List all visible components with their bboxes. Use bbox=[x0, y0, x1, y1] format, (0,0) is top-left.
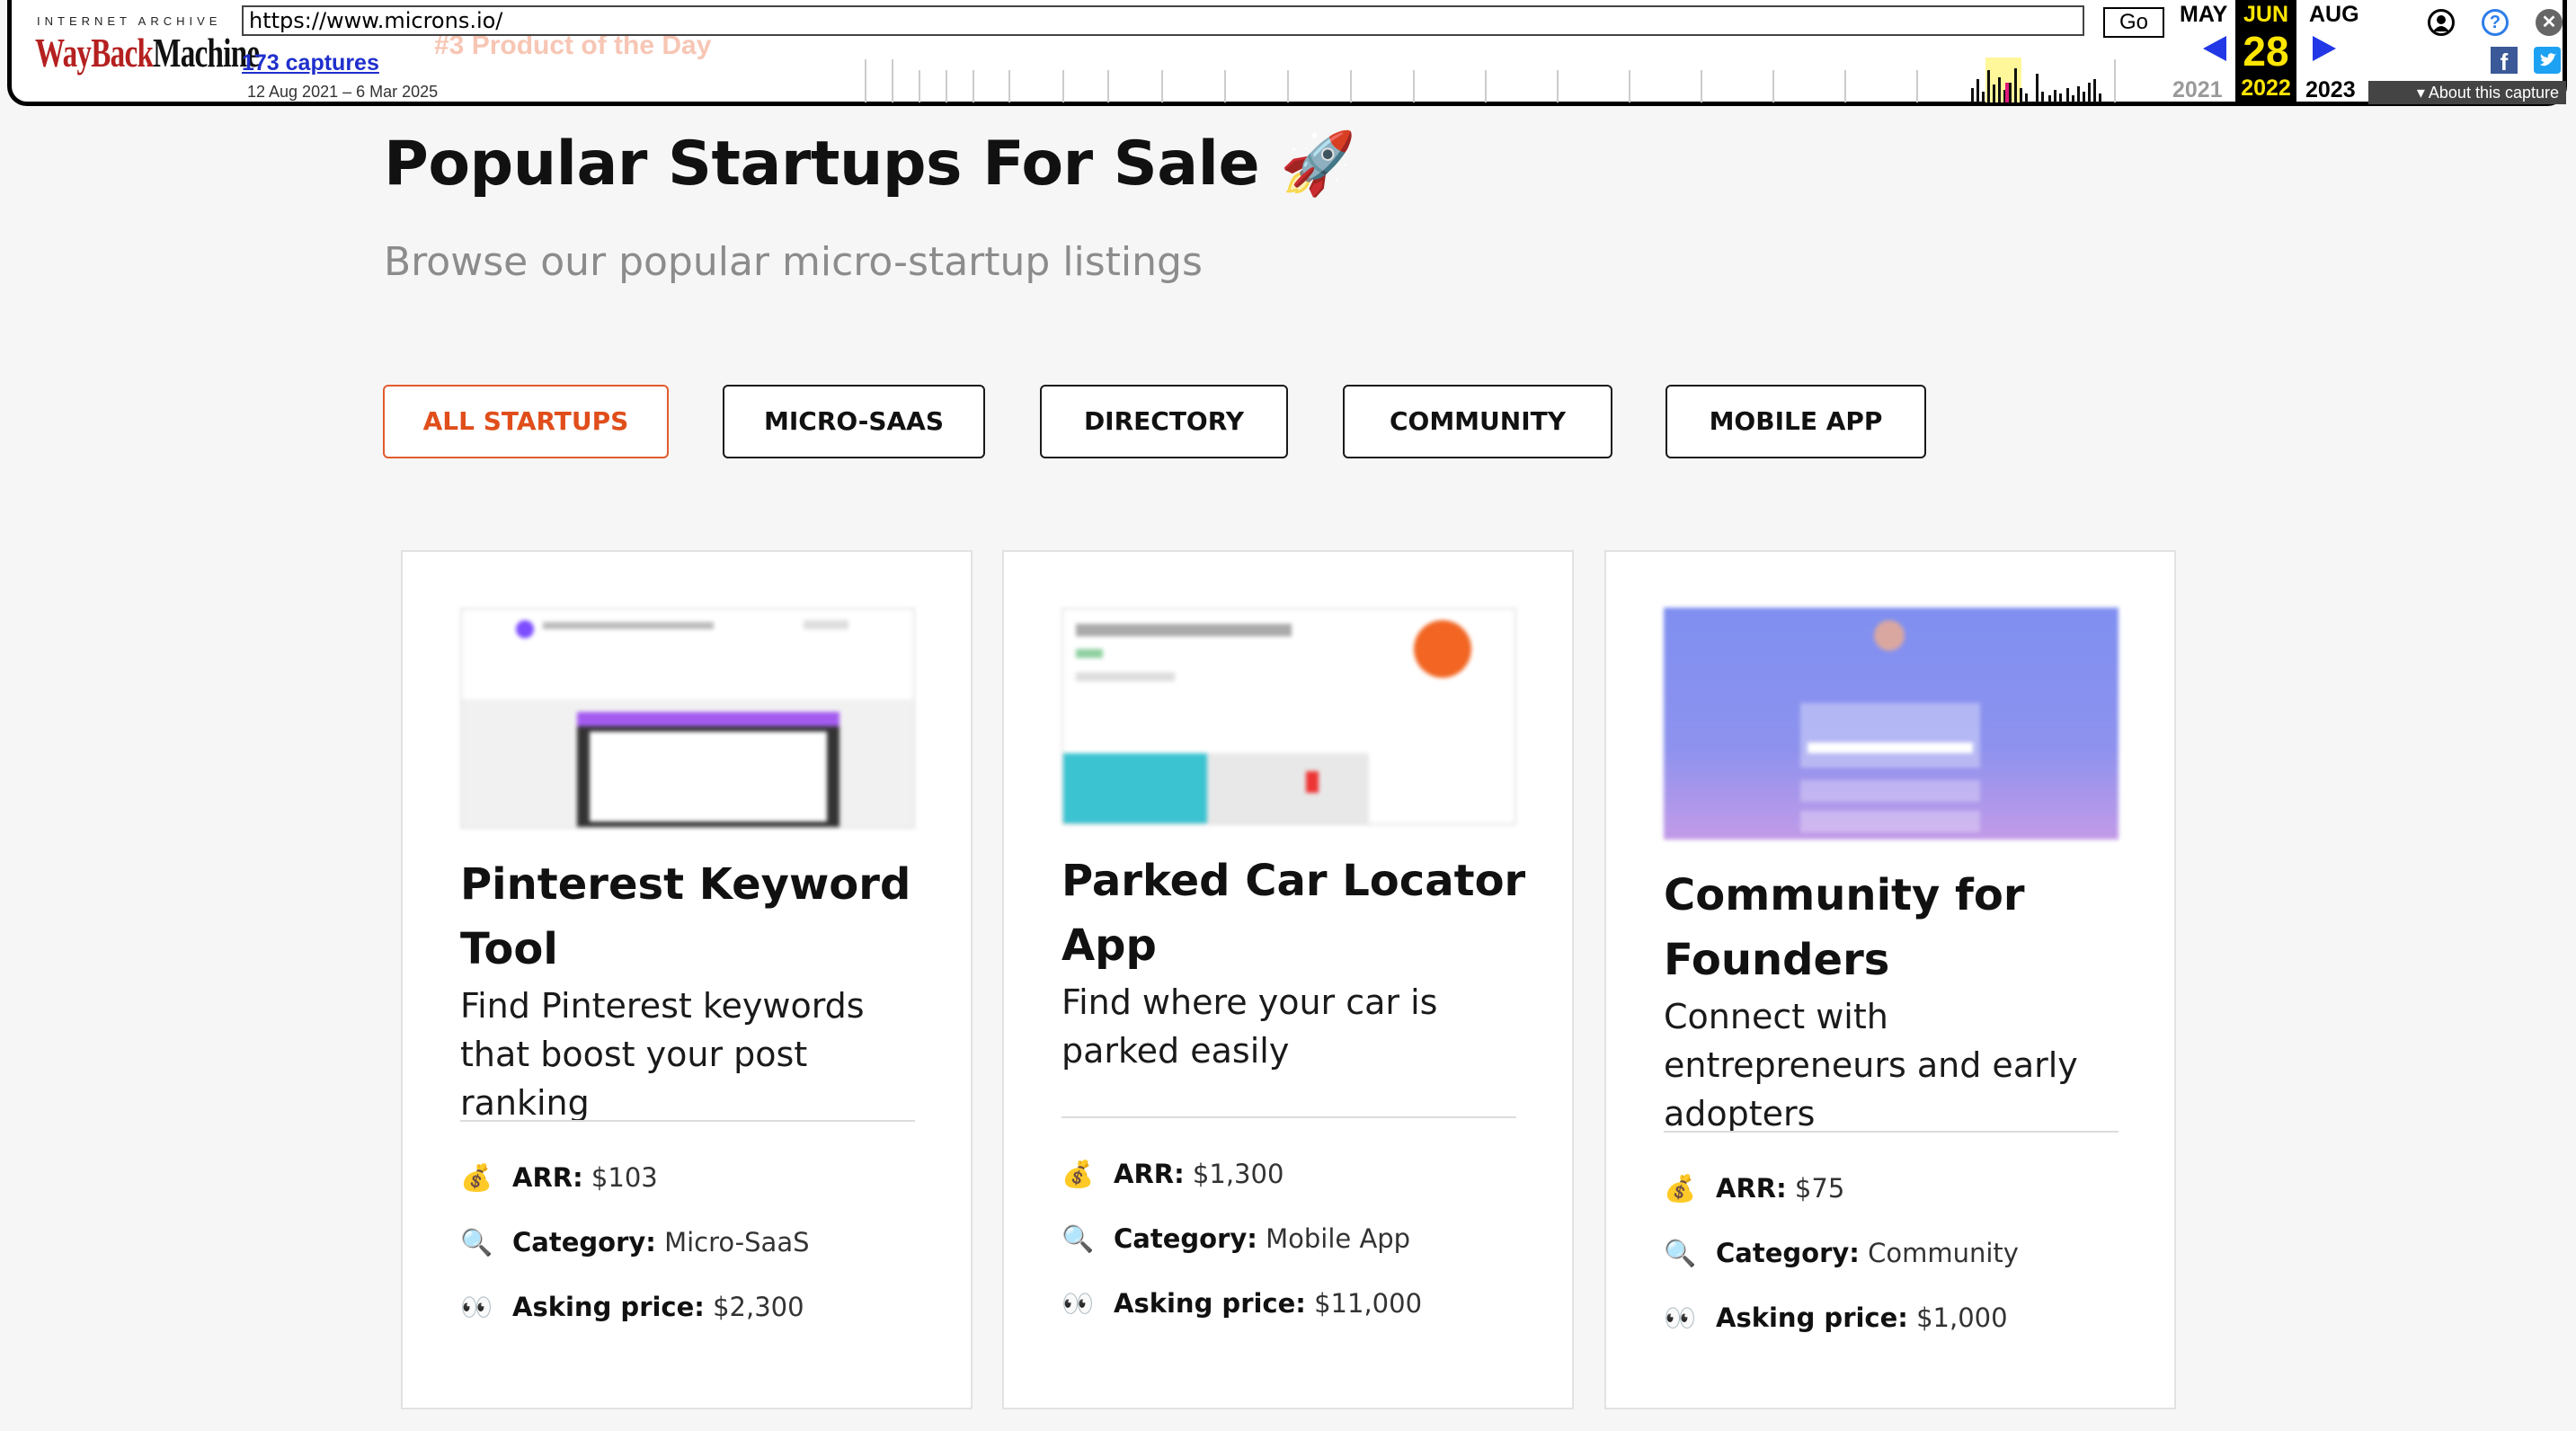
wayback-url-input[interactable] bbox=[242, 5, 2084, 36]
close-icon[interactable]: ✕ bbox=[2536, 9, 2563, 36]
card-title[interactable]: Community for Founders bbox=[1664, 863, 2131, 992]
sparkline-year-ticks bbox=[865, 59, 2116, 102]
about-capture-dropdown[interactable]: ▾ About this capture bbox=[2368, 81, 2566, 104]
card-divider bbox=[1664, 1131, 2119, 1133]
chevron-down-icon: ▾ bbox=[2416, 84, 2429, 102]
filter-micro-saas[interactable]: MICRO-SAAS bbox=[723, 385, 985, 458]
card-thumbnail-image bbox=[1664, 608, 2119, 840]
internet-archive-label: INTERNET ARCHIVE bbox=[37, 14, 222, 28]
eyes-icon: 👀 bbox=[1061, 1288, 1095, 1319]
current-month: JUN bbox=[2243, 2, 2288, 27]
asking-price-row: 👀 Asking price: $1,000 bbox=[1664, 1300, 2008, 1336]
asking-price-value: $2,300 bbox=[713, 1292, 804, 1322]
category-row: 🔍 Category: Micro-SaaS bbox=[460, 1224, 810, 1260]
asking-price-row: 👀 Asking price: $2,300 bbox=[460, 1289, 804, 1325]
category-value: Micro-SaaS bbox=[664, 1227, 810, 1258]
magnifier-icon: 🔍 bbox=[460, 1227, 493, 1258]
prev-capture-arrow-icon[interactable] bbox=[2203, 36, 2226, 61]
current-capture-date: JUN 28 2022 bbox=[2235, 0, 2296, 104]
page-subtitle: Browse our popular micro-startup listing… bbox=[384, 239, 1203, 285]
wayback-logo[interactable]: WayBackMachine bbox=[35, 32, 260, 74]
current-day: 28 bbox=[2243, 28, 2289, 75]
startup-card[interactable]: Community for Founders Connect with entr… bbox=[1604, 550, 2176, 1409]
card-title[interactable]: Pinterest Keyword Tool bbox=[460, 852, 928, 982]
rocket-icon: 🚀 bbox=[1280, 129, 1356, 200]
money-bag-icon: 💰 bbox=[1664, 1173, 1697, 1204]
prev-month-label[interactable]: MAY bbox=[2180, 2, 2227, 28]
twitter-share-icon[interactable] bbox=[2534, 47, 2561, 74]
startup-card[interactable]: Pinterest Keyword Tool Find Pinterest ke… bbox=[401, 550, 973, 1409]
filter-all-startups[interactable]: ALL STARTUPS bbox=[383, 385, 669, 458]
go-button[interactable]: Go bbox=[2103, 7, 2164, 38]
category-row: 🔍 Category: Mobile App bbox=[1061, 1221, 1410, 1257]
arr-value: $1,300 bbox=[1192, 1159, 1284, 1189]
magnifier-icon: 🔍 bbox=[1061, 1223, 1095, 1254]
card-description: Find Pinterest keywords that boost your … bbox=[460, 986, 865, 1123]
next-capture-arrow-icon[interactable] bbox=[2313, 36, 2336, 61]
category-value: Mobile App bbox=[1266, 1223, 1411, 1254]
arr-value: $75 bbox=[1794, 1173, 1845, 1204]
card-description: Find where your car is parked easily bbox=[1061, 982, 1438, 1071]
user-account-icon[interactable] bbox=[2428, 9, 2455, 36]
filter-community[interactable]: COMMUNITY bbox=[1343, 385, 1612, 458]
capture-sparkline[interactable] bbox=[839, 52, 2133, 104]
asking-price-row: 👀 Asking price: $11,000 bbox=[1061, 1285, 1422, 1321]
facebook-share-icon[interactable]: f bbox=[2491, 47, 2518, 76]
captures-link[interactable]: 173 captures bbox=[242, 50, 379, 76]
arr-row: 💰 ARR: $1,300 bbox=[1061, 1156, 1284, 1192]
eyes-icon: 👀 bbox=[460, 1292, 493, 1322]
asking-price-value: $11,000 bbox=[1314, 1288, 1423, 1319]
card-description: Connect with entrepreneurs and early ado… bbox=[1664, 997, 2078, 1133]
startup-card[interactable]: Parked Car Locator App Find where your c… bbox=[1002, 550, 1574, 1409]
help-icon[interactable]: ? bbox=[2482, 9, 2509, 36]
prev-year-label[interactable]: 2021 bbox=[2172, 77, 2223, 103]
money-bag-icon: 💰 bbox=[460, 1162, 493, 1193]
card-divider bbox=[1061, 1116, 1516, 1118]
arr-row: 💰 ARR: $75 bbox=[1664, 1170, 1844, 1206]
magnifier-icon: 🔍 bbox=[1664, 1238, 1697, 1268]
card-title[interactable]: Parked Car Locator App bbox=[1061, 849, 1529, 978]
category-row: 🔍 Category: Community bbox=[1664, 1235, 2019, 1271]
page-title: Popular Startups For Sale 🚀 bbox=[384, 129, 1356, 200]
sparkline-current-mark bbox=[2005, 83, 2009, 102]
filter-mobile-app[interactable]: MOBILE APP bbox=[1666, 385, 1926, 458]
wayback-toolbar: INTERNET ARCHIVE WayBackMachine #3 Produ… bbox=[7, 0, 2567, 106]
current-year: 2022 bbox=[2241, 76, 2291, 101]
card-divider bbox=[460, 1120, 915, 1122]
card-thumbnail-image bbox=[1061, 608, 1516, 825]
asking-price-value: $1,000 bbox=[1916, 1302, 2008, 1333]
filter-directory[interactable]: DIRECTORY bbox=[1040, 385, 1288, 458]
eyes-icon: 👀 bbox=[1664, 1302, 1697, 1333]
capture-date-range: 12 Aug 2021 – 6 Mar 2025 bbox=[247, 83, 439, 101]
card-thumbnail-image bbox=[460, 608, 915, 829]
category-value: Community bbox=[1868, 1238, 2019, 1268]
arr-value: $103 bbox=[591, 1162, 658, 1193]
arr-row: 💰 ARR: $103 bbox=[460, 1160, 658, 1195]
next-month-label[interactable]: AUG bbox=[2309, 2, 2359, 28]
money-bag-icon: 💰 bbox=[1061, 1159, 1095, 1189]
next-year-label[interactable]: 2023 bbox=[2305, 77, 2356, 103]
